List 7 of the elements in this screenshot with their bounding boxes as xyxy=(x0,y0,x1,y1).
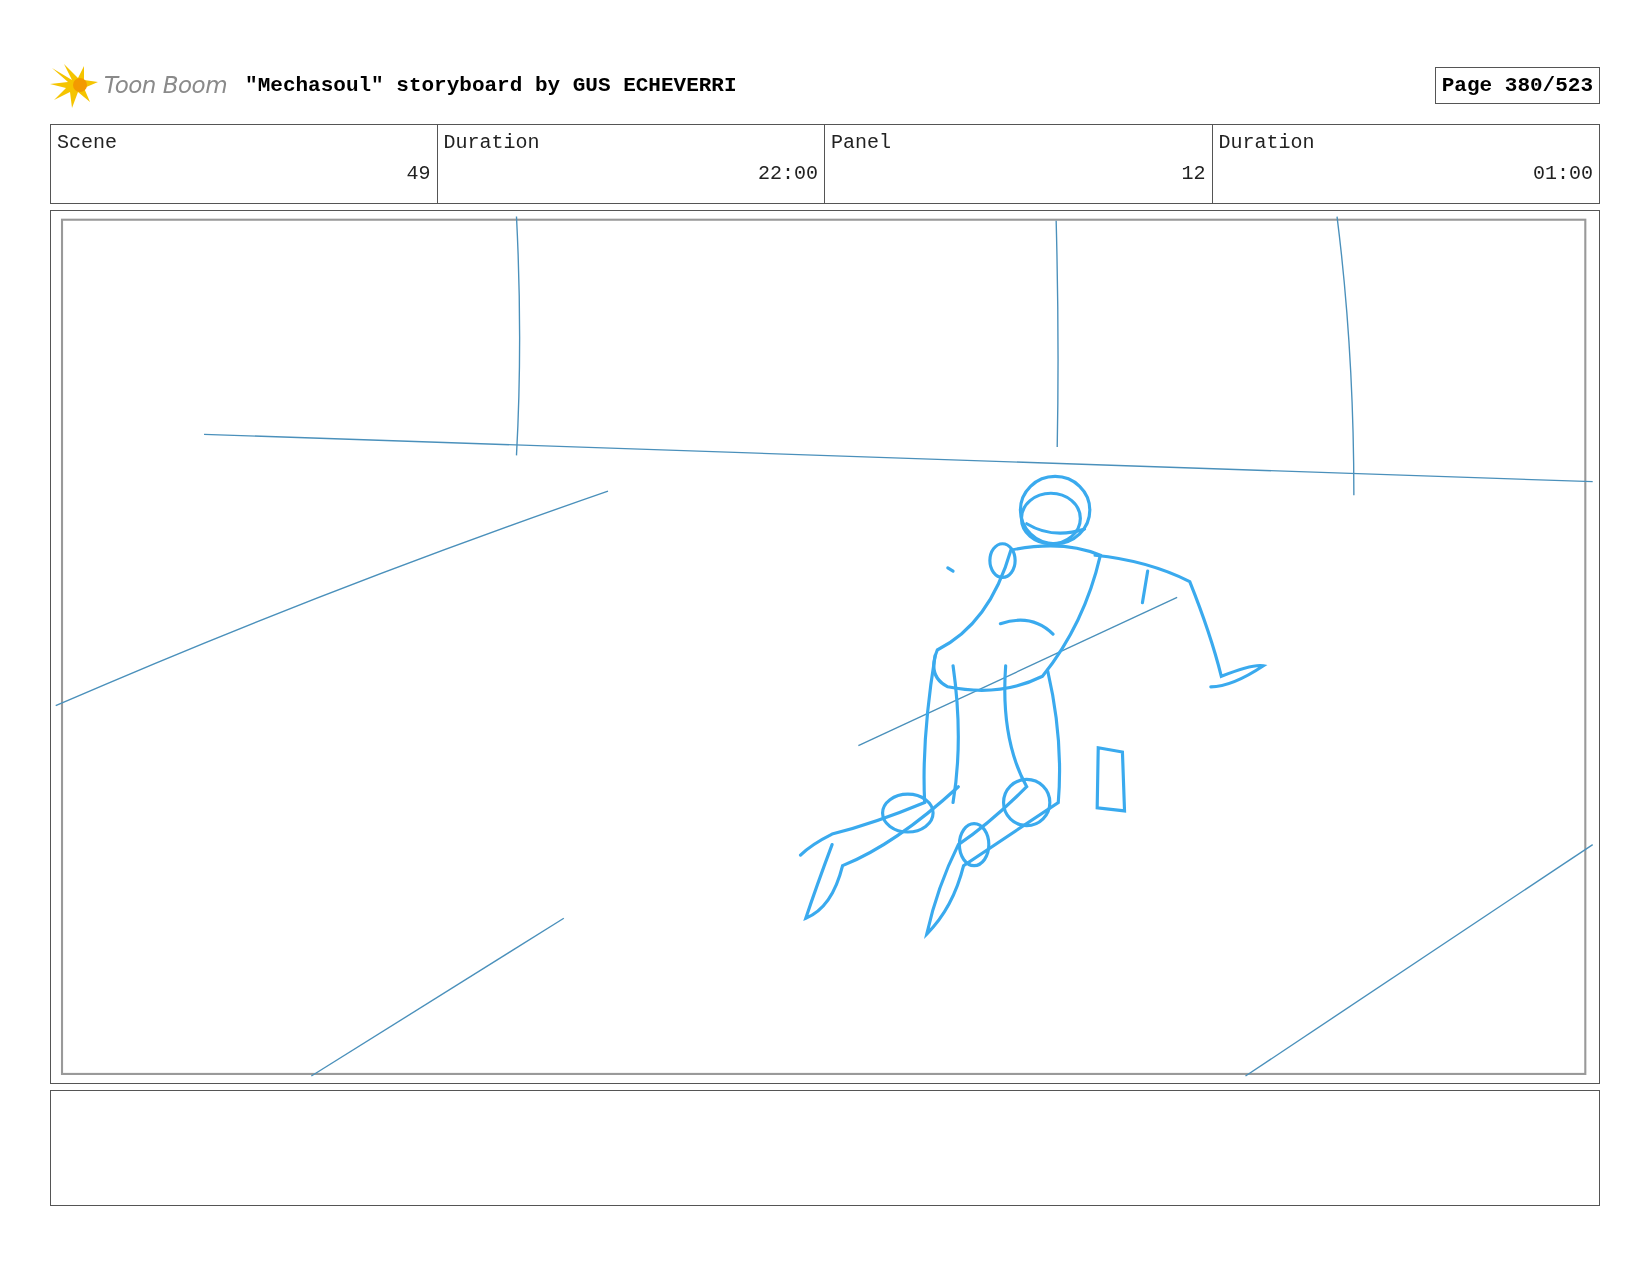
storyboard-title: "Mechasoul" storyboard by GUS ECHEVERRI xyxy=(245,73,738,97)
logo-text: Toon Boom xyxy=(104,72,228,98)
info-cell: Duration 01:00 xyxy=(1211,124,1600,204)
info-cell: Scene 49 xyxy=(50,124,438,204)
info-cell: Panel 12 xyxy=(824,124,1213,204)
page-number: Page 380/523 xyxy=(1434,66,1600,104)
info-cell: Duration 22:00 xyxy=(436,124,825,204)
